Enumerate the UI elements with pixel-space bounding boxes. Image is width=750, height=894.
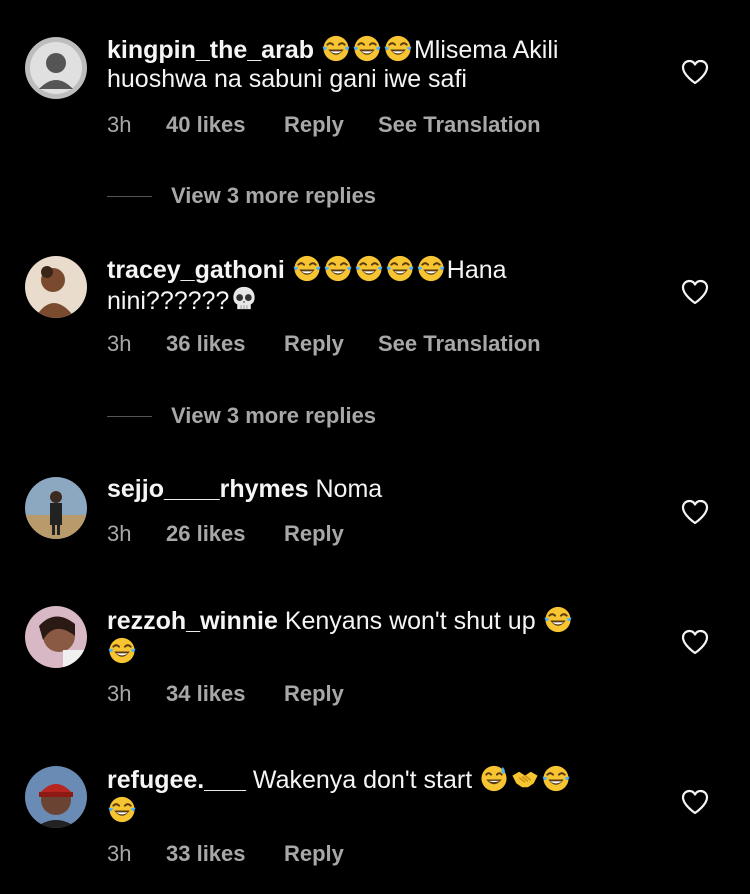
face-with-tears-of-joy-icon <box>354 254 384 283</box>
divider-line <box>107 416 152 417</box>
face-with-tears-of-joy-icon <box>292 254 322 283</box>
view-more-replies-label: View 3 more replies <box>171 403 377 428</box>
skull-icon <box>229 285 259 314</box>
avatar[interactable] <box>25 477 87 539</box>
face-with-tears-of-joy-icon <box>416 254 446 283</box>
comment-message: Noma <box>315 475 383 503</box>
likes-count[interactable]: 40 likes <box>166 111 246 139</box>
see-translation-button[interactable]: See Translation <box>378 111 541 139</box>
face-with-tears-of-joy-icon <box>107 636 137 665</box>
face-with-tears-of-joy-icon <box>321 34 351 63</box>
comment-text: kingpin_the_arab Mlisema Akili huoshwa n… <box>107 34 627 94</box>
comment-text: tracey_gathoni Hana nini?????? <box>107 254 627 316</box>
timestamp: 3h <box>107 681 132 706</box>
comment-message: Kenyans won't shut up <box>284 607 536 635</box>
see-translation-button[interactable]: See Translation <box>378 330 541 358</box>
avatar[interactable] <box>25 766 87 828</box>
comment-text: refugee.___ Wakenya don't start <box>107 764 627 826</box>
username[interactable]: rezzoh_winnie <box>107 607 278 635</box>
handshake-icon <box>510 764 540 793</box>
face-with-tears-of-joy-icon <box>541 764 571 793</box>
face-with-tears-of-joy-icon <box>323 254 353 283</box>
username[interactable]: tracey_gathoni <box>107 256 285 284</box>
likes-count[interactable]: 34 likes <box>166 680 246 708</box>
reply-button[interactable]: Reply <box>284 840 344 868</box>
timestamp: 3h <box>107 521 132 546</box>
avatar[interactable] <box>25 256 87 318</box>
face-with-tears-of-joy-icon <box>107 795 137 824</box>
likes-count[interactable]: 26 likes <box>166 520 246 548</box>
comment-message: Wakenya don't start <box>252 766 473 794</box>
likes-count[interactable]: 36 likes <box>166 330 246 358</box>
heart-outline-icon[interactable] <box>681 59 709 85</box>
divider-line <box>107 196 152 197</box>
face-with-tears-of-joy-icon <box>385 254 415 283</box>
likes-count[interactable]: 33 likes <box>166 840 246 868</box>
avatar[interactable] <box>25 37 87 99</box>
timestamp: 3h <box>107 112 132 137</box>
face-with-tears-of-joy-icon <box>352 34 382 63</box>
username[interactable]: refugee.___ <box>107 766 246 794</box>
username[interactable]: kingpin_the_arab <box>107 36 314 64</box>
username[interactable]: sejjo____rhymes <box>107 475 309 503</box>
reply-button[interactable]: Reply <box>284 330 344 358</box>
comment-text: sejjo____rhymes Noma <box>107 475 627 504</box>
avatar[interactable] <box>25 606 87 668</box>
reply-button[interactable]: Reply <box>284 520 344 548</box>
comment-text: rezzoh_winnie Kenyans won't shut up <box>107 605 627 667</box>
reply-button[interactable]: Reply <box>284 111 344 139</box>
heart-outline-icon[interactable] <box>681 629 709 655</box>
heart-outline-icon[interactable] <box>681 499 709 525</box>
face-with-tears-of-joy-icon <box>543 605 573 634</box>
view-more-replies-label: View 3 more replies <box>171 183 377 208</box>
heart-outline-icon[interactable] <box>681 789 709 815</box>
reply-button[interactable]: Reply <box>284 680 344 708</box>
face-with-tears-of-joy-icon <box>383 34 413 63</box>
timestamp: 3h <box>107 331 132 356</box>
timestamp: 3h <box>107 841 132 866</box>
grinning-face-with-sweat-icon <box>479 764 509 793</box>
heart-outline-icon[interactable] <box>681 279 709 305</box>
